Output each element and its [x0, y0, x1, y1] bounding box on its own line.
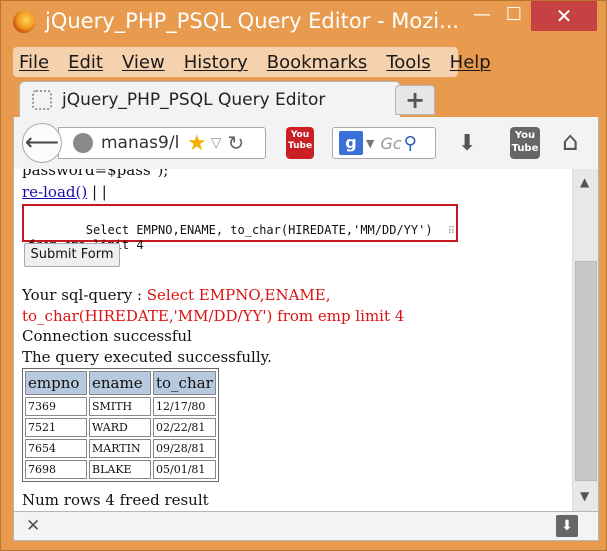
resize-grip-icon[interactable]: ⠿ [448, 224, 455, 239]
reload-icon[interactable]: ↻ [228, 131, 245, 155]
tab-query-editor[interactable]: jQuery_PHP_PSQL Query Editor [19, 81, 401, 117]
table-cell: WARD [89, 418, 151, 437]
connection-status: Connection successful [22, 327, 192, 345]
menu-file[interactable]: File [19, 52, 49, 73]
table-cell: BLAKE [89, 460, 151, 479]
result-table: empno ename to_char 7369 SMITH 12/17/80 … [22, 368, 219, 482]
menu-bar: File Edit View History Bookmarks Tools H… [13, 47, 491, 77]
download-arrow-icon[interactable]: ⬇ [458, 131, 476, 156]
menu-edit[interactable]: Edit [68, 52, 103, 73]
vertical-scrollbar[interactable]: ▲ ▼ [572, 169, 598, 511]
table-row: 7369 SMITH 12/17/80 [25, 397, 216, 416]
google-search-icon[interactable]: g [339, 131, 363, 155]
menu-tools[interactable]: Tools [386, 52, 430, 73]
youtube-small-icon[interactable]: You Tube [286, 127, 314, 159]
table-cell: MARTIN [89, 439, 151, 458]
reload-separator: | | [87, 183, 107, 201]
reload-line: re-load() | | [22, 183, 107, 201]
column-header: ename [89, 371, 151, 395]
table-header-row: empno ename to_char [25, 371, 216, 395]
firefox-logo-icon [13, 11, 35, 33]
scroll-down-icon[interactable]: ▼ [580, 489, 589, 503]
home-icon[interactable]: ⌂ [562, 127, 579, 157]
add-on-bar: ✕ ⬇ [13, 511, 599, 541]
table-cell: 05/01/81 [153, 460, 216, 479]
cut-off-text: password=$pass"); [22, 169, 169, 179]
bookmark-star-icon[interactable]: ★ [187, 131, 207, 156]
table-cell: 02/22/81 [153, 418, 216, 437]
globe-icon [73, 133, 93, 153]
query-textarea[interactable]: Select EMPNO,ENAME, to_char(HIREDATE,'MM… [22, 204, 458, 252]
table-cell: 7654 [25, 439, 87, 458]
column-header: empno [25, 371, 87, 395]
table-cell: 09/28/81 [153, 439, 216, 458]
title-bar: jQuery_PHP_PSQL Query Editor - Mozi... —… [1, 1, 607, 45]
url-bar[interactable]: manas9/l ★ ▽ ↻ [58, 127, 266, 159]
table-row: 7654 MARTIN 09/28/81 [25, 439, 216, 458]
close-addon-bar-icon[interactable]: ✕ [26, 516, 40, 536]
num-rows-text: Num rows 4 freed result [22, 491, 209, 509]
page-favicon-icon [32, 89, 52, 110]
sql-query-line: Your sql-query : Select EMPNO,ENAME, to_… [22, 285, 570, 327]
sql-query-label: Your sql-query : [22, 286, 147, 304]
url-text[interactable]: manas9/l [101, 133, 183, 153]
table-cell: 7521 [25, 418, 87, 437]
column-header: to_char [153, 371, 216, 395]
maximize-button[interactable]: ☐ [499, 1, 529, 31]
table-cell: SMITH [89, 397, 151, 416]
execution-status: The query executed successfully. [22, 348, 272, 366]
back-button[interactable]: ⟵ [22, 123, 62, 163]
reload-link[interactable]: re-load() [22, 183, 87, 201]
tab-strip: jQuery_PHP_PSQL Query Editor + [13, 81, 599, 117]
menu-help[interactable]: Help [450, 52, 491, 73]
browser-window: jQuery_PHP_PSQL Query Editor - Mozi... —… [0, 0, 607, 551]
page-viewport: password=$pass"); re-load() | | Select E… [13, 169, 599, 511]
table-cell: 12/17/80 [153, 397, 216, 416]
search-input[interactable]: Gc [380, 134, 401, 153]
magnifier-icon[interactable]: ⚲ [404, 133, 417, 154]
url-dropdown-icon[interactable]: ▽ [211, 135, 222, 151]
search-engine-dropdown-icon[interactable]: ▼ [366, 137, 374, 150]
close-window-button[interactable]: ✕ [531, 1, 597, 31]
new-tab-button[interactable]: + [395, 85, 435, 115]
search-bar[interactable]: g ▼ Gc ⚲ [332, 127, 436, 159]
table-row: 7521 WARD 02/22/81 [25, 418, 216, 437]
table-cell: 7698 [25, 460, 87, 479]
menu-view[interactable]: View [122, 52, 165, 73]
submit-form-button[interactable]: Submit Form [24, 243, 120, 267]
menu-bookmarks[interactable]: Bookmarks [267, 52, 368, 73]
scroll-up-icon[interactable]: ▲ [580, 175, 589, 189]
table-row: 7698 BLAKE 05/01/81 [25, 460, 216, 479]
tab-title: jQuery_PHP_PSQL Query Editor [62, 89, 326, 110]
youtube-icon[interactable]: You Tube [510, 127, 540, 159]
download-status-icon[interactable]: ⬇ [556, 515, 578, 537]
minimize-button[interactable]: — [467, 1, 497, 31]
navigation-toolbar: manas9/l ★ ▽ ↻ ⟵ You Tube g ▼ Gc ⚲ ⬇ You… [13, 117, 599, 169]
table-cell: 7369 [25, 397, 87, 416]
menu-history[interactable]: History [184, 52, 248, 73]
scrollbar-thumb[interactable] [575, 261, 597, 481]
window-title: jQuery_PHP_PSQL Query Editor - Mozi... [45, 9, 460, 33]
